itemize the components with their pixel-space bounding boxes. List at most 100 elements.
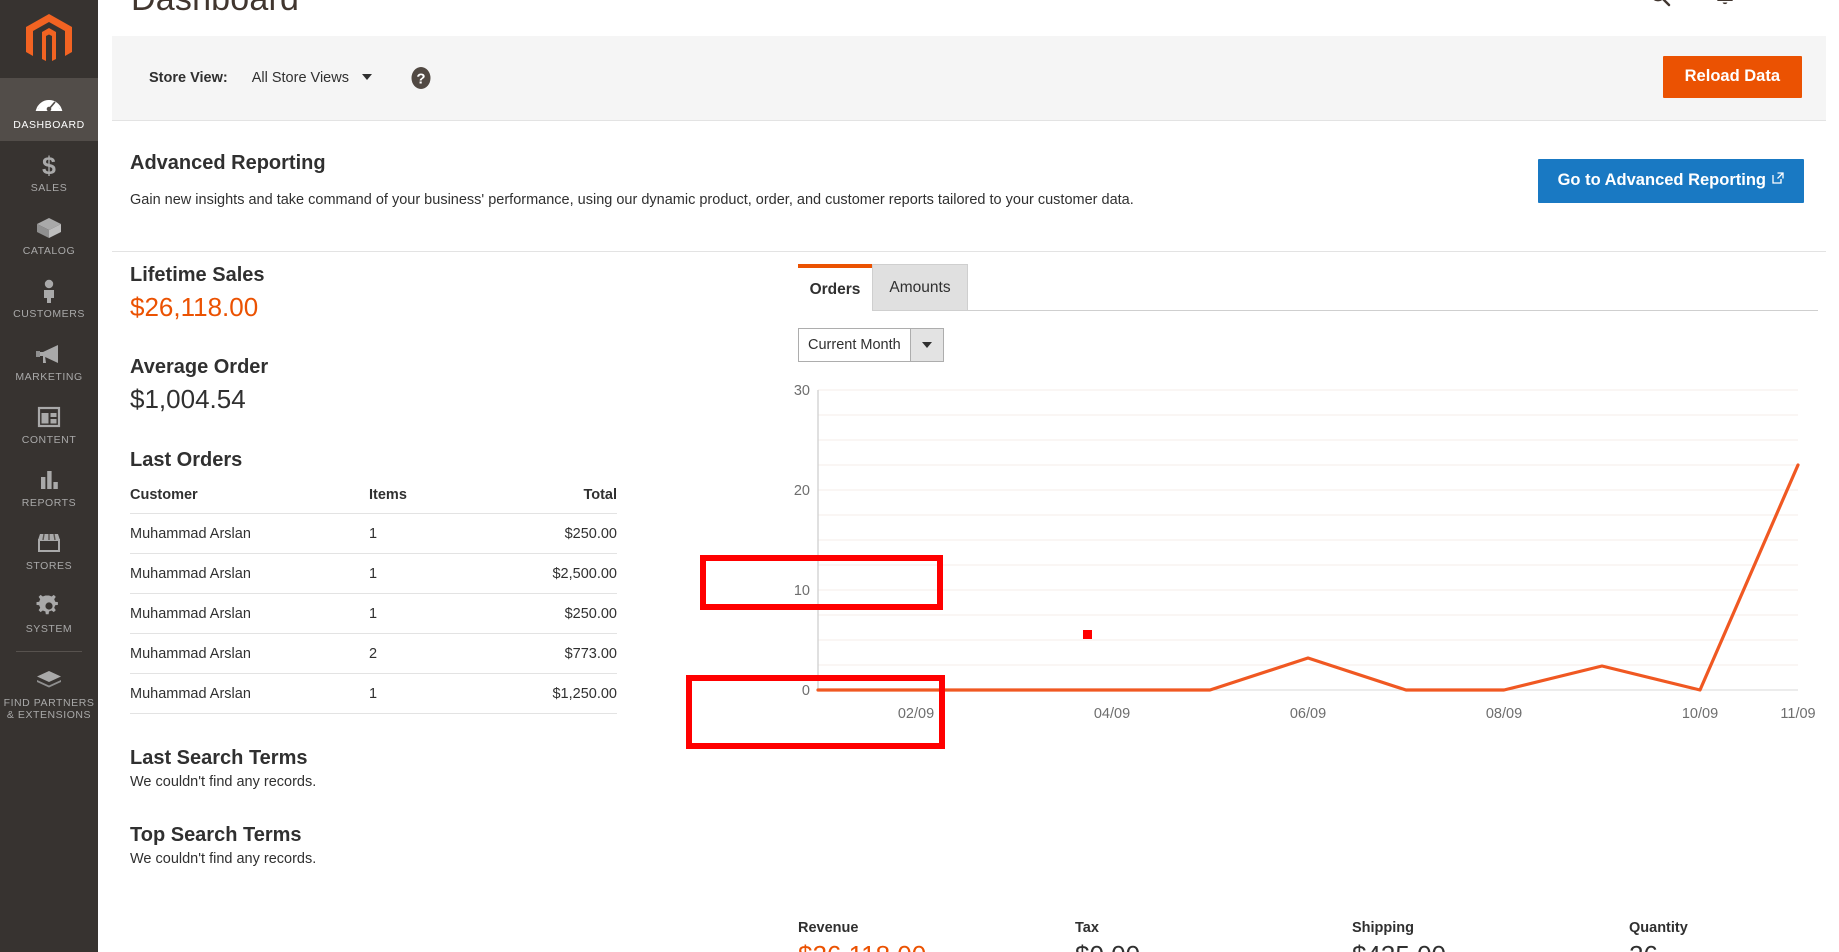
total-tax-label: Tax bbox=[1075, 920, 1099, 936]
sidebar-item-label: CONTENT bbox=[21, 434, 77, 446]
total-revenue: Revenue $26,118.00 bbox=[798, 920, 1075, 952]
question-mark-icon: ? bbox=[411, 67, 431, 89]
period-selected-value: Current Month bbox=[808, 337, 901, 353]
dashboard-gauge-icon bbox=[35, 100, 63, 112]
sidebar-item-label: DASHBOARD bbox=[13, 119, 85, 131]
cell-customer: Muhammad Arslan bbox=[130, 673, 369, 714]
cell-customer: Muhammad Arslan bbox=[130, 553, 369, 594]
top-search-terms-heading: Top Search Terms bbox=[130, 824, 302, 846]
gear-icon bbox=[36, 594, 58, 615]
svg-text:06/09: 06/09 bbox=[1290, 706, 1326, 722]
last-orders-table: Customer Items Total Muhammad Arslan 1 $… bbox=[130, 487, 617, 714]
svg-text:04/09: 04/09 bbox=[1094, 706, 1130, 722]
cell-items: 1 bbox=[369, 553, 497, 594]
period-select[interactable]: Current Month bbox=[798, 328, 944, 362]
table-row[interactable]: Muhammad Arslan 1 $1,250.00 bbox=[130, 673, 617, 714]
chart-canvas: 0 10 20 30 02/09 04/09 06/09 08/09 10/09 11/09 bbox=[794, 383, 1816, 722]
sidebar-item-sales[interactable]: $ SALES bbox=[0, 141, 98, 204]
box-icon bbox=[37, 218, 61, 238]
cell-total: $773.00 bbox=[497, 633, 617, 674]
sidebar-item-find-partners[interactable]: FIND PARTNERS & EXTENSIONS bbox=[0, 656, 98, 731]
sidebar-item-dashboard[interactable]: DASHBOARD bbox=[0, 78, 98, 141]
sidebar-item-customers[interactable]: CUSTOMERS bbox=[0, 267, 98, 330]
sidebar-item-label: MARKETING bbox=[15, 371, 83, 383]
svg-text:10/09: 10/09 bbox=[1682, 706, 1718, 722]
total-quantity-value: 26 bbox=[1629, 940, 1828, 952]
total-revenue-label: Revenue bbox=[798, 920, 859, 936]
table-row[interactable]: Muhammad Arslan 2 $773.00 bbox=[130, 633, 617, 674]
sidebar-divider bbox=[16, 651, 82, 652]
sidebar-item-stores[interactable]: STORES bbox=[0, 519, 98, 582]
chevron-down-icon bbox=[910, 329, 943, 361]
tab-orders[interactable]: Orders bbox=[798, 264, 872, 311]
table-row[interactable]: Muhammad Arslan 1 $250.00 bbox=[130, 513, 617, 554]
admin-account-icon[interactable] bbox=[1779, 0, 1801, 7]
average-order-heading: Average Order bbox=[130, 356, 269, 378]
dashboard-chart-panel: Orders Amounts Current Month 0 10 20 30 02/0… bbox=[794, 264, 1818, 722]
go-to-advanced-reporting-button[interactable]: Go to Advanced Reporting bbox=[1537, 159, 1804, 203]
table-row[interactable]: Muhammad Arslan 1 $250.00 bbox=[130, 593, 617, 634]
total-shipping: Shipping $435.00 bbox=[1352, 920, 1629, 952]
layout-icon bbox=[37, 406, 61, 428]
cell-customer: Muhammad Arslan bbox=[130, 593, 369, 634]
cell-total: $2,500.00 bbox=[497, 553, 617, 594]
sidebar-item-marketing[interactable]: MARKETING bbox=[0, 330, 98, 393]
sidebar-item-label: FIND PARTNERS bbox=[3, 697, 95, 709]
total-revenue-value: $26,118.00 bbox=[798, 940, 1075, 952]
magento-logo[interactable] bbox=[0, 0, 98, 78]
partners-box-icon bbox=[37, 671, 61, 688]
average-order-value: $1,004.54 bbox=[130, 384, 246, 414]
sidebar-item-content[interactable]: CONTENT bbox=[0, 393, 98, 456]
header-icon-group bbox=[1649, 0, 1801, 7]
svg-text:08/09: 08/09 bbox=[1486, 706, 1522, 722]
chart-totals-row: Revenue $26,118.00 Tax $0.00 Shipping $4… bbox=[798, 920, 1828, 952]
cell-items: 1 bbox=[369, 593, 497, 634]
svg-text:11/09: 11/09 bbox=[1780, 706, 1815, 722]
cell-items: 1 bbox=[369, 673, 497, 714]
column-header-items: Items bbox=[369, 487, 497, 514]
top-search-terms-empty: We couldn't find any records. bbox=[130, 851, 317, 867]
megaphone-icon bbox=[36, 345, 58, 363]
table-row[interactable]: Muhammad Arslan 1 $2,500.00 bbox=[130, 553, 617, 594]
chevron-down-icon bbox=[361, 74, 372, 80]
notifications-bell-icon[interactable] bbox=[1714, 0, 1736, 7]
svg-text:$: $ bbox=[42, 152, 56, 178]
page-title: Dashboard bbox=[131, 0, 299, 19]
store-view-label: Store View: bbox=[149, 70, 228, 86]
svg-text:0: 0 bbox=[802, 683, 810, 699]
cell-items: 1 bbox=[369, 513, 497, 554]
svg-text:30: 30 bbox=[794, 383, 810, 399]
total-quantity-label: Quantity bbox=[1629, 920, 1688, 936]
advanced-reporting-title: Advanced Reporting bbox=[130, 152, 326, 174]
sidebar-item-label: CATALOG bbox=[22, 245, 76, 257]
svg-text:20: 20 bbox=[794, 483, 810, 499]
cell-items: 2 bbox=[369, 633, 497, 674]
search-icon[interactable] bbox=[1649, 0, 1671, 7]
store-view-select[interactable]: All Store Views bbox=[252, 70, 372, 86]
column-header-customer: Customer bbox=[130, 487, 369, 514]
last-orders-heading: Last Orders bbox=[130, 449, 243, 471]
store-view-help-button[interactable]: ? bbox=[409, 66, 433, 90]
cursor-marker bbox=[1083, 630, 1092, 639]
admin-sidebar: DASHBOARD $ SALES CATALOG CUSTOMERS MARK… bbox=[0, 0, 98, 952]
advanced-reporting-description: Gain new insights and take command of yo… bbox=[130, 192, 1134, 208]
cell-total: $250.00 bbox=[497, 593, 617, 634]
sidebar-item-system[interactable]: SYSTEM bbox=[0, 582, 98, 645]
total-shipping-value: $435.00 bbox=[1352, 940, 1629, 952]
tab-amounts[interactable]: Amounts bbox=[872, 264, 968, 311]
orders-line-chart: 0 10 20 30 02/09 04/09 06/09 08/09 10/09 11/09 bbox=[790, 376, 1820, 756]
cell-total: $1,250.00 bbox=[497, 673, 617, 714]
svg-text:10: 10 bbox=[794, 583, 810, 599]
sidebar-item-catalog[interactable]: CATALOG bbox=[0, 204, 98, 267]
svg-text:02/09: 02/09 bbox=[898, 706, 934, 722]
dollar-sign-icon: $ bbox=[42, 152, 56, 178]
main-content: Dashboard Store View: All Store Views bbox=[98, 0, 1839, 952]
total-tax: Tax $0.00 bbox=[1075, 920, 1352, 952]
bar-chart-icon bbox=[41, 471, 58, 489]
sidebar-item-reports[interactable]: REPORTS bbox=[0, 456, 98, 519]
reload-data-button[interactable]: Reload Data bbox=[1662, 56, 1802, 98]
chart-tabs: Orders Amounts bbox=[798, 264, 1818, 311]
person-icon bbox=[44, 279, 54, 303]
lifetime-sales-value: $26,118.00 bbox=[130, 292, 259, 322]
store-view-bar: Store View: All Store Views ? Reload Dat… bbox=[112, 36, 1826, 121]
